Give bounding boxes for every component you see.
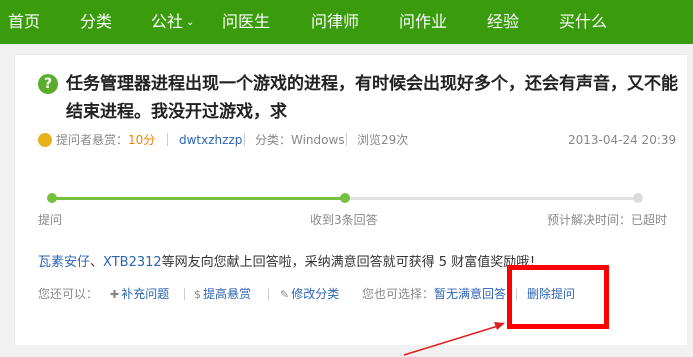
arrow-line — [403, 325, 499, 356]
arrow-head — [494, 322, 505, 330]
arrow-annotation — [403, 322, 505, 356]
